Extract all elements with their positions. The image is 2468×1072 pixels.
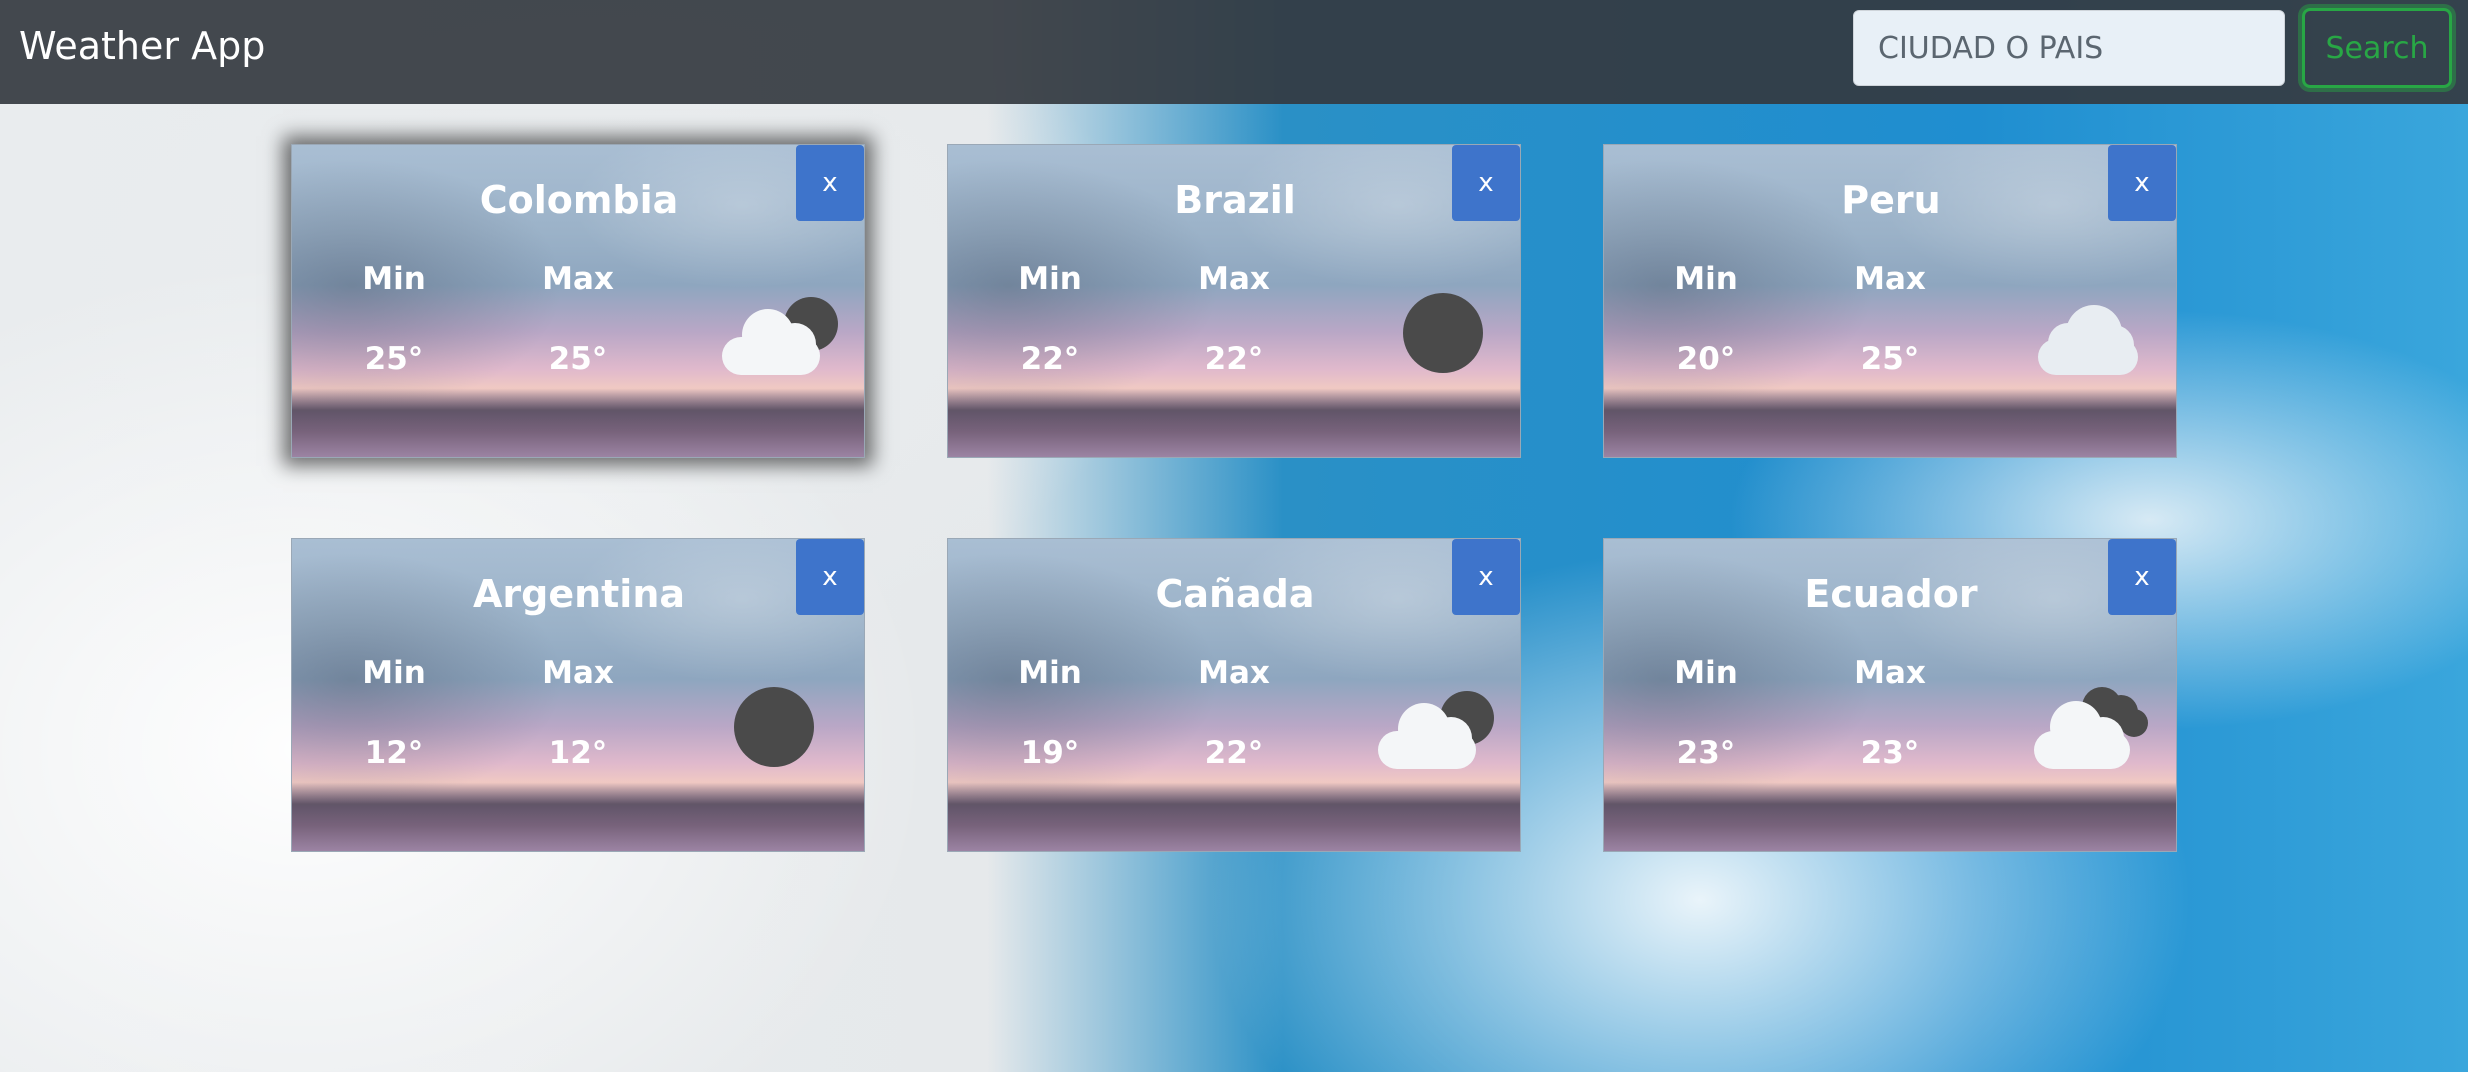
close-button[interactable]: x bbox=[2108, 145, 2176, 221]
max-label: Max bbox=[1854, 655, 1926, 691]
few-clouds-icon bbox=[1378, 687, 1498, 777]
max-temp: 25° bbox=[548, 341, 608, 377]
few-clouds-icon bbox=[722, 293, 842, 383]
min-temp: 12° bbox=[364, 735, 424, 771]
weather-card: Ecuador Min Max 23° 23° x bbox=[1603, 538, 2177, 852]
close-button[interactable]: x bbox=[796, 145, 864, 221]
city-name: Peru bbox=[1841, 178, 1941, 222]
weather-card: Brazil Min Max 22° 22° x bbox=[947, 144, 1521, 458]
max-temp: 23° bbox=[1860, 735, 1920, 771]
search-button[interactable]: Search bbox=[2302, 8, 2452, 88]
min-label: Min bbox=[1674, 261, 1738, 297]
min-label: Min bbox=[1018, 655, 1082, 691]
weather-card: Peru Min Max 20° 25° x bbox=[1603, 144, 2177, 458]
max-temp: 22° bbox=[1204, 341, 1264, 377]
city-name: Brazil bbox=[1174, 178, 1296, 222]
min-label: Min bbox=[362, 655, 426, 691]
city-name: Cañada bbox=[1155, 572, 1315, 616]
max-temp: 25° bbox=[1860, 341, 1920, 377]
broken-clouds-icon bbox=[2034, 687, 2154, 777]
clear-sky-icon bbox=[722, 687, 842, 777]
min-label: Min bbox=[362, 261, 426, 297]
min-label: Min bbox=[1018, 261, 1082, 297]
min-label: Min bbox=[1674, 655, 1738, 691]
weather-card: Argentina Min Max 12° 12° x bbox=[291, 538, 865, 852]
max-temp: 22° bbox=[1204, 735, 1264, 771]
min-temp: 19° bbox=[1020, 735, 1080, 771]
max-label: Max bbox=[542, 655, 614, 691]
min-temp: 20° bbox=[1676, 341, 1736, 377]
max-label: Max bbox=[1198, 655, 1270, 691]
navbar: Weather App Search bbox=[0, 0, 2468, 104]
close-button[interactable]: x bbox=[1452, 539, 1520, 615]
close-button[interactable]: x bbox=[1452, 145, 1520, 221]
weather-card: Cañada Min Max 19° 22° x bbox=[947, 538, 1521, 852]
cloud-icon bbox=[2034, 293, 2154, 383]
close-button[interactable]: x bbox=[796, 539, 864, 615]
app-title[interactable]: Weather App bbox=[19, 24, 265, 68]
close-button[interactable]: x bbox=[2108, 539, 2176, 615]
city-name: Argentina bbox=[472, 572, 686, 616]
max-label: Max bbox=[1198, 261, 1270, 297]
max-temp: 12° bbox=[548, 735, 608, 771]
city-name: Colombia bbox=[479, 178, 679, 222]
search-input[interactable] bbox=[1853, 10, 2285, 86]
max-label: Max bbox=[1854, 261, 1926, 297]
weather-card: Colombia Min Max 25° 25° x bbox=[291, 144, 865, 458]
min-temp: 25° bbox=[364, 341, 424, 377]
city-name: Ecuador bbox=[1804, 572, 1978, 616]
clear-sky-icon bbox=[1378, 293, 1498, 383]
min-temp: 22° bbox=[1020, 341, 1080, 377]
min-temp: 23° bbox=[1676, 735, 1736, 771]
max-label: Max bbox=[542, 261, 614, 297]
